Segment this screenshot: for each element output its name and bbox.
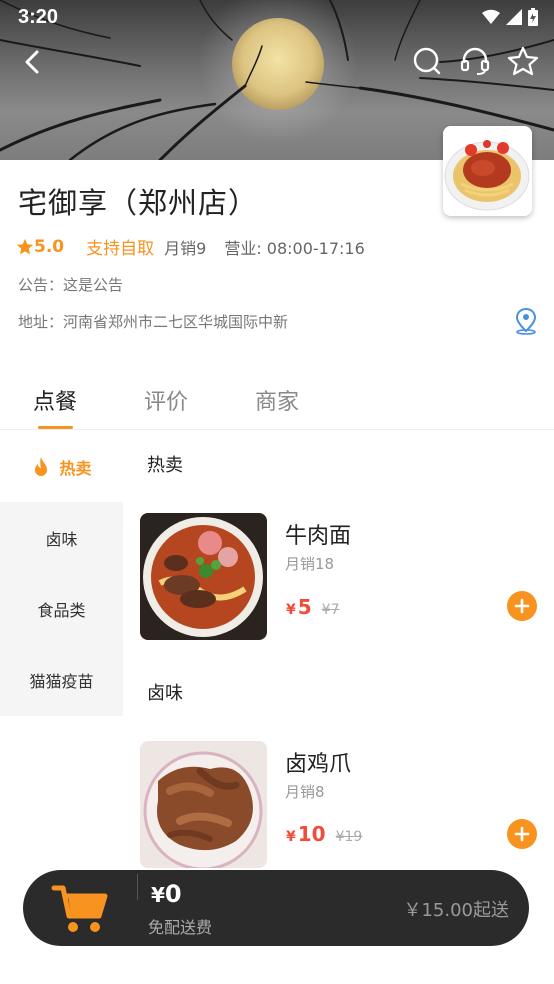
- shop-notice: 公告：这是公告: [18, 276, 124, 294]
- top-actions: [408, 42, 542, 80]
- cart-total-value: 0: [164, 880, 182, 908]
- original-price: ¥7: [321, 602, 340, 618]
- status-bar: 3:20: [0, 0, 554, 34]
- delivery-fee: 免配送费: [148, 918, 213, 937]
- cart-button[interactable]: [51, 882, 111, 936]
- spaghetti-image: [443, 126, 532, 216]
- plus-icon: [514, 598, 530, 614]
- business-hours: 营业: 08:00-17:16: [224, 238, 365, 258]
- customer-service-icon: [460, 47, 490, 75]
- search-button[interactable]: [408, 42, 446, 80]
- shop-address: 地址：河南省郑州市二七区华城国际中新: [18, 313, 289, 331]
- cart-total: ¥0: [151, 880, 182, 908]
- price-value: 10: [297, 822, 326, 846]
- tab-order[interactable]: 点餐: [33, 384, 77, 416]
- cart-bar[interactable]: ¥0 免配送费 ￥15.00起送: [23, 870, 529, 946]
- beef-noodles-image: [140, 513, 267, 640]
- shop-monthly-sales: 月销9: [164, 238, 207, 258]
- star-icon: [507, 46, 539, 76]
- back-button[interactable]: [14, 44, 50, 80]
- customer-service-button[interactable]: [456, 42, 494, 80]
- chicken-feet-image: [140, 741, 267, 868]
- product-price: ¥ 5 ¥7: [286, 595, 340, 619]
- product-image-chicken-feet[interactable]: [140, 741, 267, 868]
- map-location-button[interactable]: [514, 307, 538, 335]
- product-name: 牛肉面: [285, 524, 352, 549]
- shop-name: 宅御享（郑州店）: [18, 186, 259, 220]
- cart-icon: [51, 885, 108, 932]
- product-price: ¥ 10 ¥19: [286, 822, 362, 846]
- tab-reviews[interactable]: 评价: [144, 384, 188, 416]
- status-icons: [482, 8, 538, 26]
- original-price: ¥19: [335, 829, 363, 845]
- cart-divider: [137, 874, 138, 900]
- shop-meta: 5.0 支持自取 月销9 营业: 08:00-17:16: [16, 234, 365, 259]
- rating: 5.0: [16, 237, 64, 257]
- category-list: 卤味 食品类 猫猫疫苗: [0, 502, 123, 716]
- section-title-hot: 热卖: [147, 455, 183, 476]
- rating-value: 5.0: [34, 236, 65, 257]
- wifi-icon: [482, 9, 500, 24]
- add-to-cart-button[interactable]: [507, 591, 537, 621]
- category-item-food[interactable]: 食品类: [0, 573, 123, 644]
- product-sales: 月销18: [285, 555, 335, 573]
- flame-icon: [35, 457, 48, 476]
- tab-merchant[interactable]: 商家: [255, 384, 299, 416]
- price-currency: ¥: [286, 602, 296, 618]
- section-title-braised: 卤味: [147, 683, 183, 704]
- plus-icon: [514, 826, 530, 842]
- price-currency: ¥: [286, 829, 296, 845]
- price-value: 5: [297, 595, 312, 619]
- product-name: 卤鸡爪: [285, 752, 352, 777]
- product-image-beef-noodles[interactable]: [140, 513, 267, 640]
- favorite-button[interactable]: [504, 42, 542, 80]
- category-item-cat-vaccine[interactable]: 猫猫疫苗: [0, 644, 123, 715]
- cart-currency: ¥: [151, 883, 165, 907]
- signal-icon: [506, 9, 522, 25]
- active-tab-indicator: [38, 426, 73, 429]
- search-icon: [413, 47, 441, 75]
- status-time: 3:20: [18, 5, 59, 28]
- pickup-tag: 支持自取: [86, 239, 155, 259]
- category-item-braised[interactable]: 卤味: [0, 502, 123, 573]
- top-navigation: [0, 40, 554, 84]
- minimum-order: ￥15.00起送: [403, 900, 509, 921]
- back-arrow-icon: [25, 50, 39, 74]
- shop-logo: [443, 126, 532, 216]
- map-pin-icon: [515, 307, 537, 335]
- battery-icon: [528, 8, 538, 26]
- product-sales: 月销8: [285, 783, 325, 801]
- rating-star-icon: [16, 238, 34, 254]
- category-hot-label: 热卖: [59, 459, 92, 478]
- category-hot[interactable]: 热卖: [0, 432, 123, 502]
- tab-bar: 点餐 评价 商家: [0, 380, 554, 430]
- add-to-cart-button[interactable]: [507, 819, 537, 849]
